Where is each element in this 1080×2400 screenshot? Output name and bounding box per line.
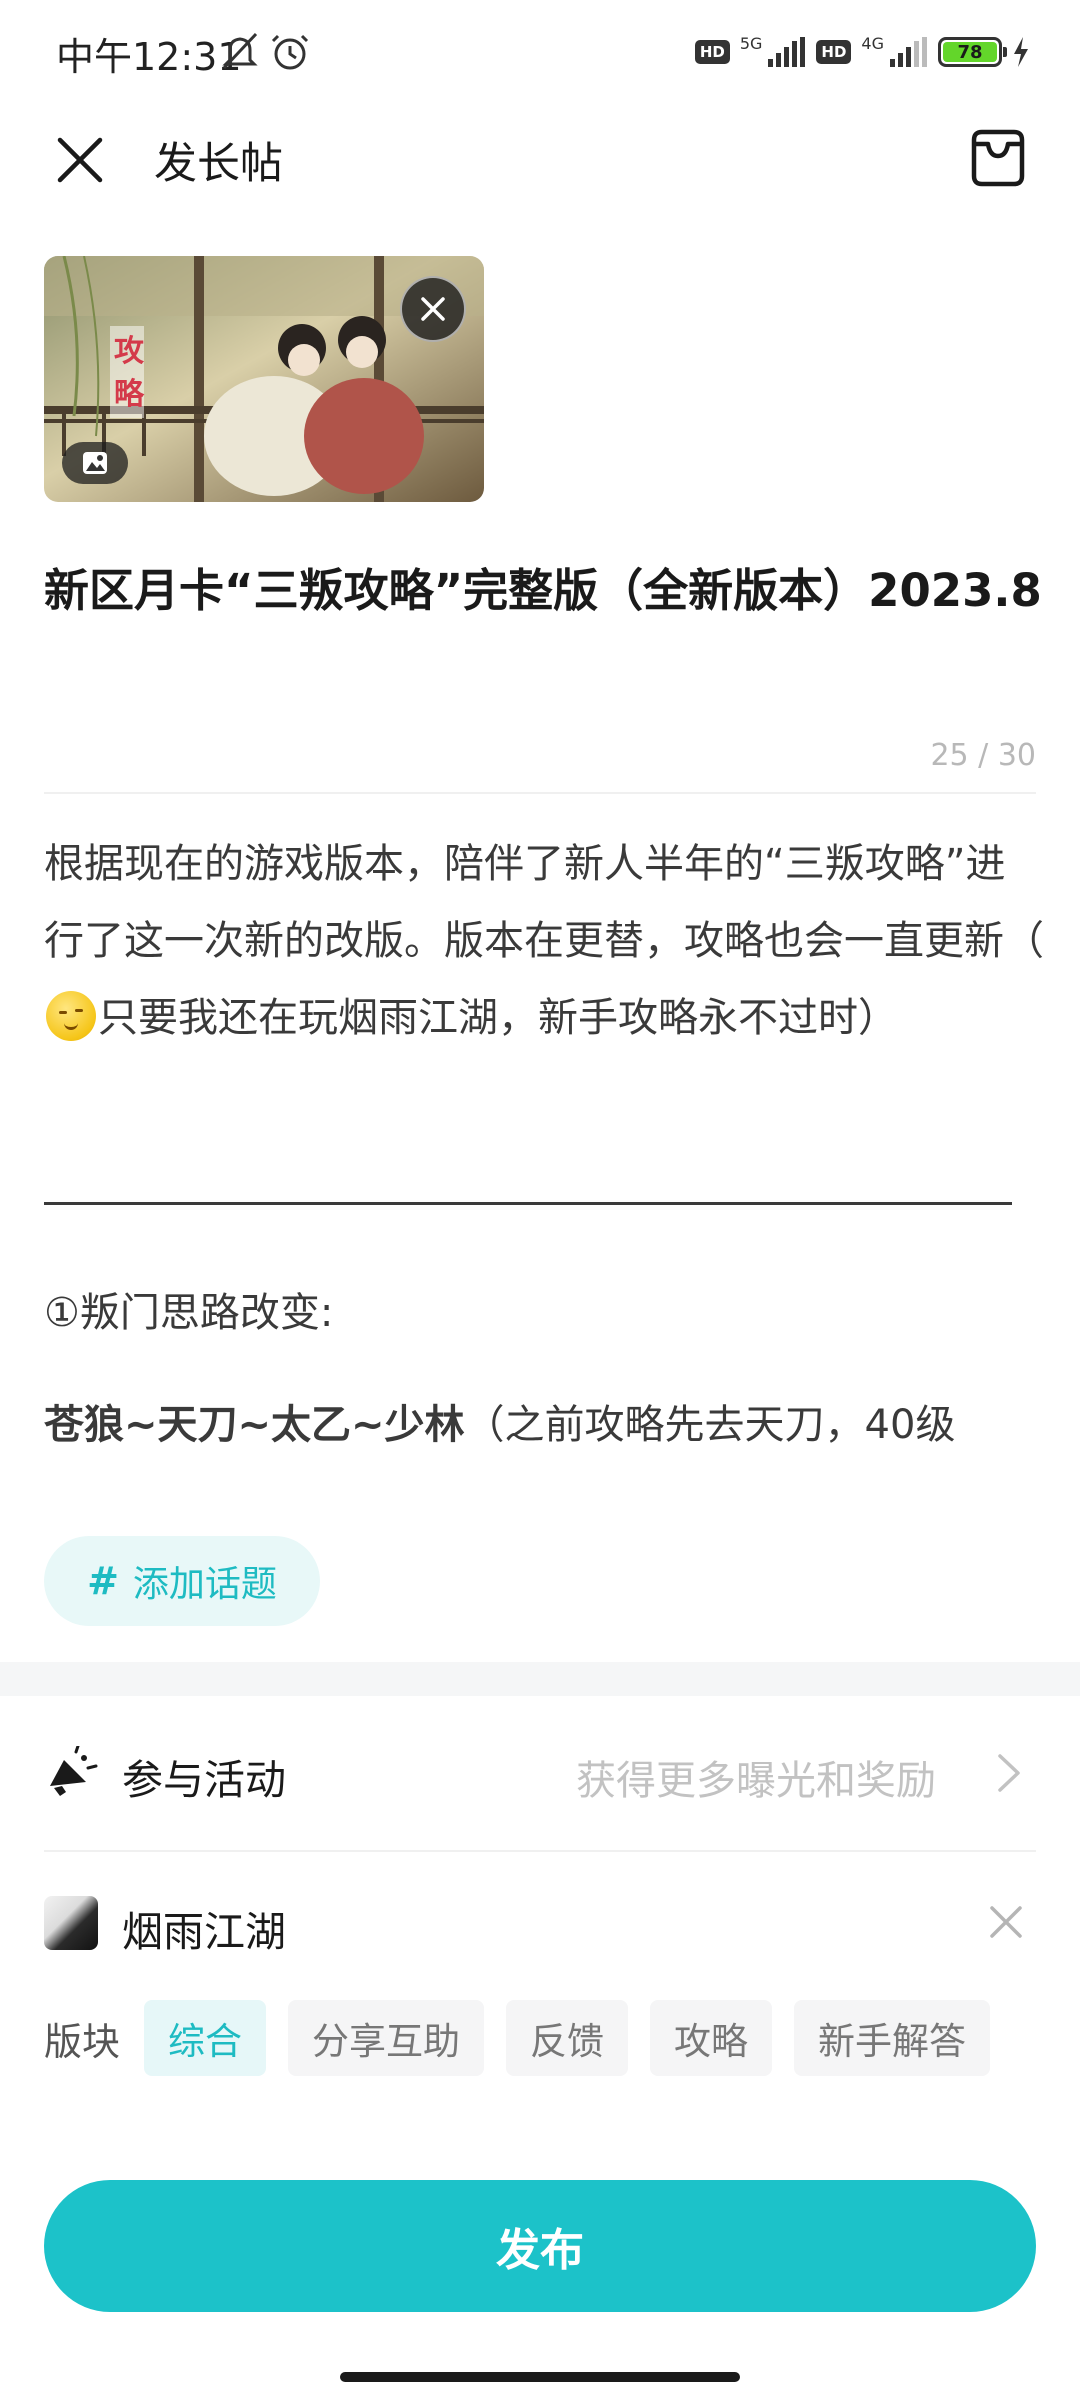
route-bold: 苍狼~天刀~太乙~少林 [44,1402,465,1448]
remove-game-close-icon[interactable] [986,1902,1026,1942]
status-bar: 中午12:31 HD 5G HD 4G 78 [0,0,1080,104]
network-label-5g: 5G [739,33,763,53]
add-topic-label: 添加话题 [132,1564,277,1605]
section-spacer [0,1662,1080,1696]
post-body-part1: 根据现在的游戏版本，陪伴了新人半年的“三叛攻略”进行了这一次新的改版。版本在更替… [44,841,1044,964]
drafts-box-icon[interactable] [968,126,1028,190]
chevron-right-icon [998,1754,1020,1792]
title-divider [44,792,1036,794]
board-chip-guide[interactable]: 攻略 [650,2000,773,2076]
game-avatar [44,1896,98,1950]
cover-overlay-text-2: 略 [114,377,145,412]
board-chip-newbie[interactable]: 新手解答 [794,2000,991,2076]
route-line: 苍狼~天刀~太乙~少林（之前攻略先去天刀，40级 [44,1392,1044,1450]
megaphone-icon [50,1746,98,1796]
hash-icon: # [87,1559,119,1603]
smile-emoji-icon [46,991,96,1041]
publish-button[interactable]: 发布 [44,2180,1036,2312]
header: 发长帖 [0,104,1080,212]
signal-icon-2 [890,37,927,67]
board-chip-feedback[interactable]: 反馈 [506,2000,629,2076]
network-label-4g: 4G [861,33,884,53]
cover-image[interactable]: 攻 略 [44,256,484,502]
page-title: 发长帖 [154,139,283,189]
game-row: 烟雨江湖 [0,1852,1080,1992]
image-icon [83,452,107,474]
board-chip-general[interactable]: 综合 [144,2000,267,2076]
hd-badge: HD [694,40,730,64]
close-icon [421,297,445,321]
signal-icon [768,37,806,67]
close-icon[interactable] [52,132,108,188]
activity-label: 参与活动 [122,1756,286,1804]
body-separator-line [44,1202,1012,1205]
alarm-and-mute-icon [222,32,309,70]
battery-level: 78 [943,42,997,63]
title-char-counter: 25 / 30 [930,738,1036,773]
post-body[interactable]: 根据现在的游戏版本，陪伴了新人半年的“三叛攻略”进行了这一次新的改版。版本在更替… [44,826,1044,1057]
post-title[interactable]: 新区月卡“三叛攻略”完整版（全新版本）2023.8 [44,552,1044,630]
board-chip-share[interactable]: 分享互助 [288,2000,485,2076]
activity-hint: 获得更多曝光和奖励 [576,1758,936,1804]
board-label: 版块 [44,2019,121,2064]
add-topic-button[interactable]: # 添加话题 [44,1536,320,1626]
battery-icon: 78 [938,37,1007,67]
remove-cover-button[interactable] [400,276,466,342]
join-activity-row[interactable]: 参与活动 获得更多曝光和奖励 [0,1696,1080,1850]
post-body-part2: 只要我还在玩烟雨江湖，新手攻略永不过时） [98,995,898,1041]
change-cover-button[interactable] [62,442,128,484]
section-heading: ①叛门思路改变: [44,1290,334,1336]
route-rest: （之前攻略先去天刀，40级 [464,1402,956,1448]
status-right: HD 5G HD 4G 78 [694,30,1030,74]
home-indicator[interactable] [340,2372,740,2382]
status-time: 中午12:31 [56,35,242,79]
hd-badge-2: HD [816,40,852,64]
cover-overlay-text-1: 攻 [114,334,145,369]
charging-icon [1014,37,1028,67]
game-name: 烟雨江湖 [122,1908,286,1956]
board-selector: 版块 综合 分享互助 反馈 攻略 新手解答 [44,2000,1012,2076]
